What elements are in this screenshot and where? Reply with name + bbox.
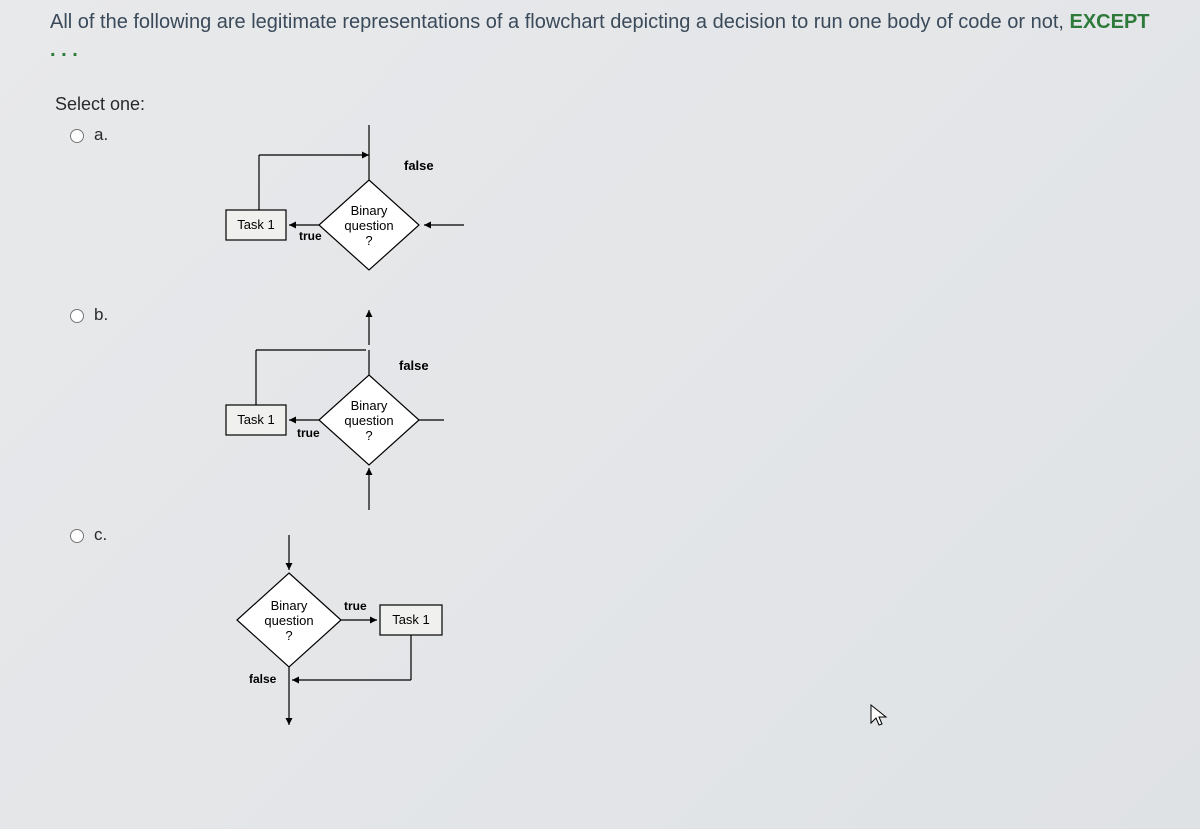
decision-text-a3: ? — [365, 233, 372, 248]
decision-text-c3: ? — [285, 628, 292, 643]
false-label-a: false — [404, 158, 434, 173]
cursor-icon — [868, 703, 890, 729]
question-stem: All of the following are legitimate repr… — [0, 0, 1200, 64]
option-a-label: a. — [94, 125, 124, 145]
decision-text-c2: question — [264, 613, 313, 628]
radio-a[interactable] — [70, 129, 84, 143]
decision-text-b3: ? — [365, 428, 372, 443]
diagram-c: Binary question ? true Task 1 false — [144, 525, 484, 735]
question-lead: All of the following are legitimate repr… — [50, 11, 1070, 33]
option-b-row[interactable]: b. false Binary question — [70, 305, 1200, 515]
decision-text-c1: Binary — [271, 598, 308, 613]
true-label-b: true — [297, 426, 320, 440]
false-label-c: false — [249, 672, 277, 686]
diagram-b: false Binary question ? true Task 1 — [144, 305, 464, 515]
true-label-c: true — [344, 599, 367, 613]
decision-text-a1: Binary — [351, 203, 388, 218]
task-text-b: Task 1 — [237, 412, 275, 427]
false-label-b: false — [399, 358, 429, 373]
task-text-c: Task 1 — [392, 612, 430, 627]
true-label-a: true — [299, 229, 322, 243]
option-b-label: b. — [94, 305, 124, 325]
select-one-prompt: Select one: — [55, 94, 1200, 115]
radio-c[interactable] — [70, 529, 84, 543]
option-a-row[interactable]: a. Binary question ? — [70, 125, 1200, 295]
option-c-label: c. — [94, 525, 124, 545]
decision-text-b2: question — [344, 413, 393, 428]
decision-text-a2: question — [344, 218, 393, 233]
option-c-row[interactable]: c. Binary question ? true — [70, 525, 1200, 735]
decision-text-b1: Binary — [351, 398, 388, 413]
diagram-a: Binary question ? false true Task 1 — [144, 125, 464, 295]
task-text-a: Task 1 — [237, 217, 275, 232]
radio-b[interactable] — [70, 309, 84, 323]
